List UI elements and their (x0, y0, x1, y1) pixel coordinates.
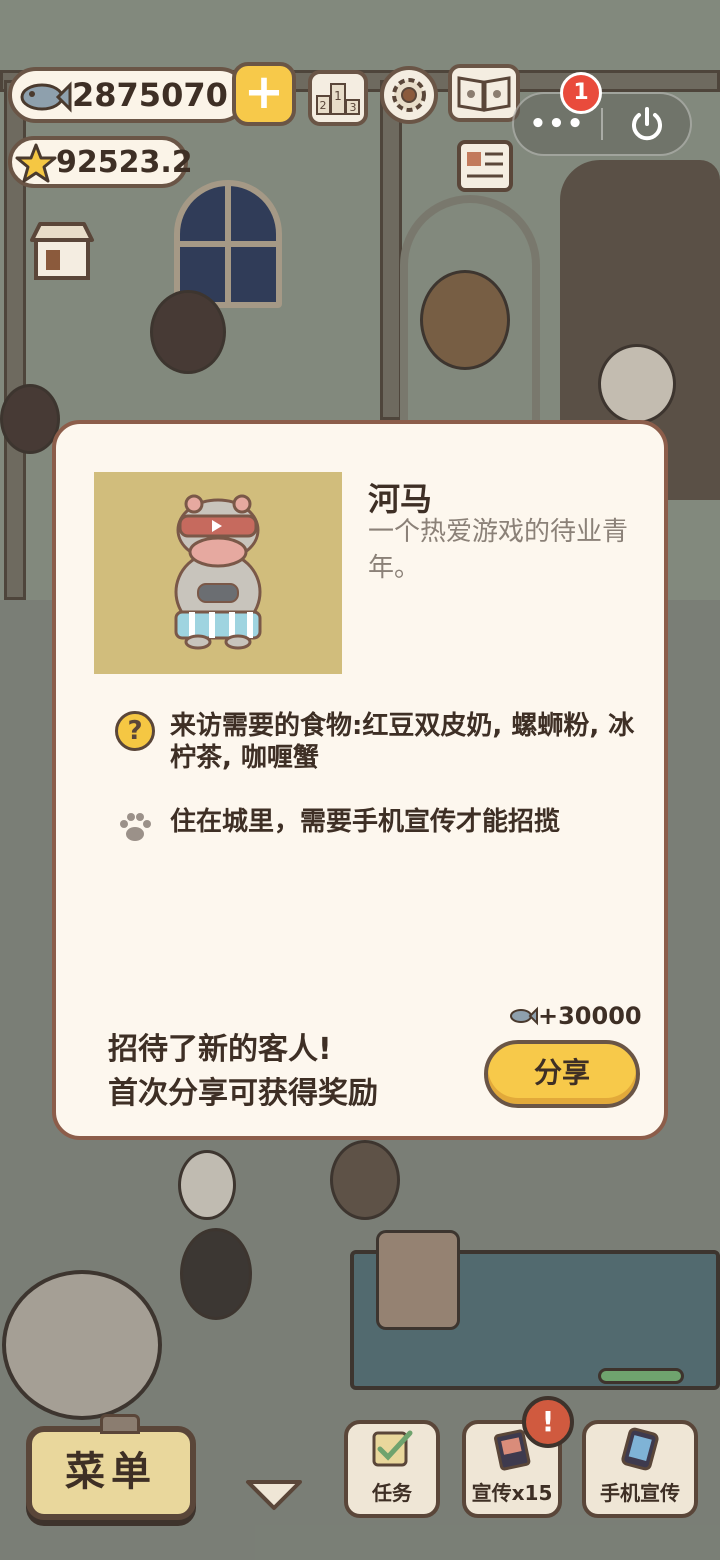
character-description: 一个热爱游戏的待业青年。 (368, 517, 629, 583)
settings-gear-icon (392, 78, 426, 112)
habitat-text: 住在城里，需要手机宣传才能招揽 (170, 807, 561, 837)
hippo-character-illustration (174, 494, 262, 650)
star-count: 92523.2 (56, 144, 193, 180)
food-requirement-text: 来访需要的食物:红豆双皮奶, 螺蛳粉, 冰柠茶, 咖喱蟹 (170, 711, 635, 773)
mini-program-capsule: ••• (512, 92, 692, 156)
star-currency-display: 92523.2 (8, 136, 193, 188)
progress-indicator (598, 1368, 684, 1384)
shop-button[interactable] (26, 218, 98, 282)
promote-alert-badge: ! (522, 1396, 574, 1448)
fish-currency-display: 2875070 (8, 67, 248, 123)
promote-label: 宣传x15 (471, 1481, 553, 1505)
promo-text: 招待了新的客人! 首次分享可获得奖励 (108, 1028, 378, 1116)
settings-button[interactable] (380, 66, 438, 124)
collapse-arrow-button[interactable] (244, 1478, 304, 1512)
tasks-button[interactable]: 任务 (344, 1420, 440, 1518)
svg-text:3: 3 (350, 101, 357, 114)
shop-icon (30, 222, 94, 280)
guestbook-button[interactable] (448, 64, 520, 122)
svg-text:2: 2 (320, 99, 327, 112)
promo-line-2: 首次分享可获得奖励 (108, 1076, 378, 1111)
fish-count: 2875070 (72, 76, 228, 114)
paw-icon (114, 806, 156, 848)
star-icon (14, 142, 58, 186)
fish-icon (510, 1006, 538, 1026)
menu-button[interactable]: 菜单 (26, 1414, 196, 1520)
promo-line-1: 招待了新的客人! (108, 1032, 332, 1067)
food-requirement-row: ? 来访需要的食物:红豆双皮奶, 螺蛳粉, 冰柠茶, 咖喱蟹 (114, 710, 640, 774)
task-checkbox-icon (372, 1430, 413, 1467)
tasks-label: 任务 (372, 1481, 412, 1505)
habitat-row: 住在城里，需要手机宣传才能招揽 (114, 806, 640, 848)
reward-amount: +30000 (538, 1002, 642, 1030)
add-currency-button[interactable]: + (232, 62, 296, 126)
leaderboard-icon: 12 3 (316, 83, 360, 115)
svg-text:1: 1 (334, 89, 342, 103)
phone-icon (621, 1427, 659, 1471)
phone-promote-label: 手机宣传 (600, 1481, 680, 1505)
leaderboard-button[interactable]: 12 3 (308, 70, 368, 126)
power-icon (631, 107, 662, 141)
notice-board-button[interactable] (455, 138, 515, 194)
share-button[interactable]: 分享 (484, 1040, 640, 1108)
close-app-button[interactable] (603, 94, 690, 154)
phone-promote-button[interactable]: 手机宣传 (582, 1420, 698, 1518)
question-icon: ? (114, 710, 156, 752)
share-reward: +30000 (508, 1002, 642, 1030)
chevron-down-icon (246, 1480, 302, 1510)
notice-board-icon (457, 140, 513, 192)
fish-icon (18, 77, 72, 117)
notification-badge: 1 (560, 72, 602, 114)
character-portrait (94, 472, 342, 674)
new-guest-card: 河马 一个热爱游戏的待业青年。 ? 来访需要的食物:红豆双皮奶, 螺蛳粉, 冰柠… (52, 420, 668, 1140)
guestbook-icon (457, 76, 511, 112)
